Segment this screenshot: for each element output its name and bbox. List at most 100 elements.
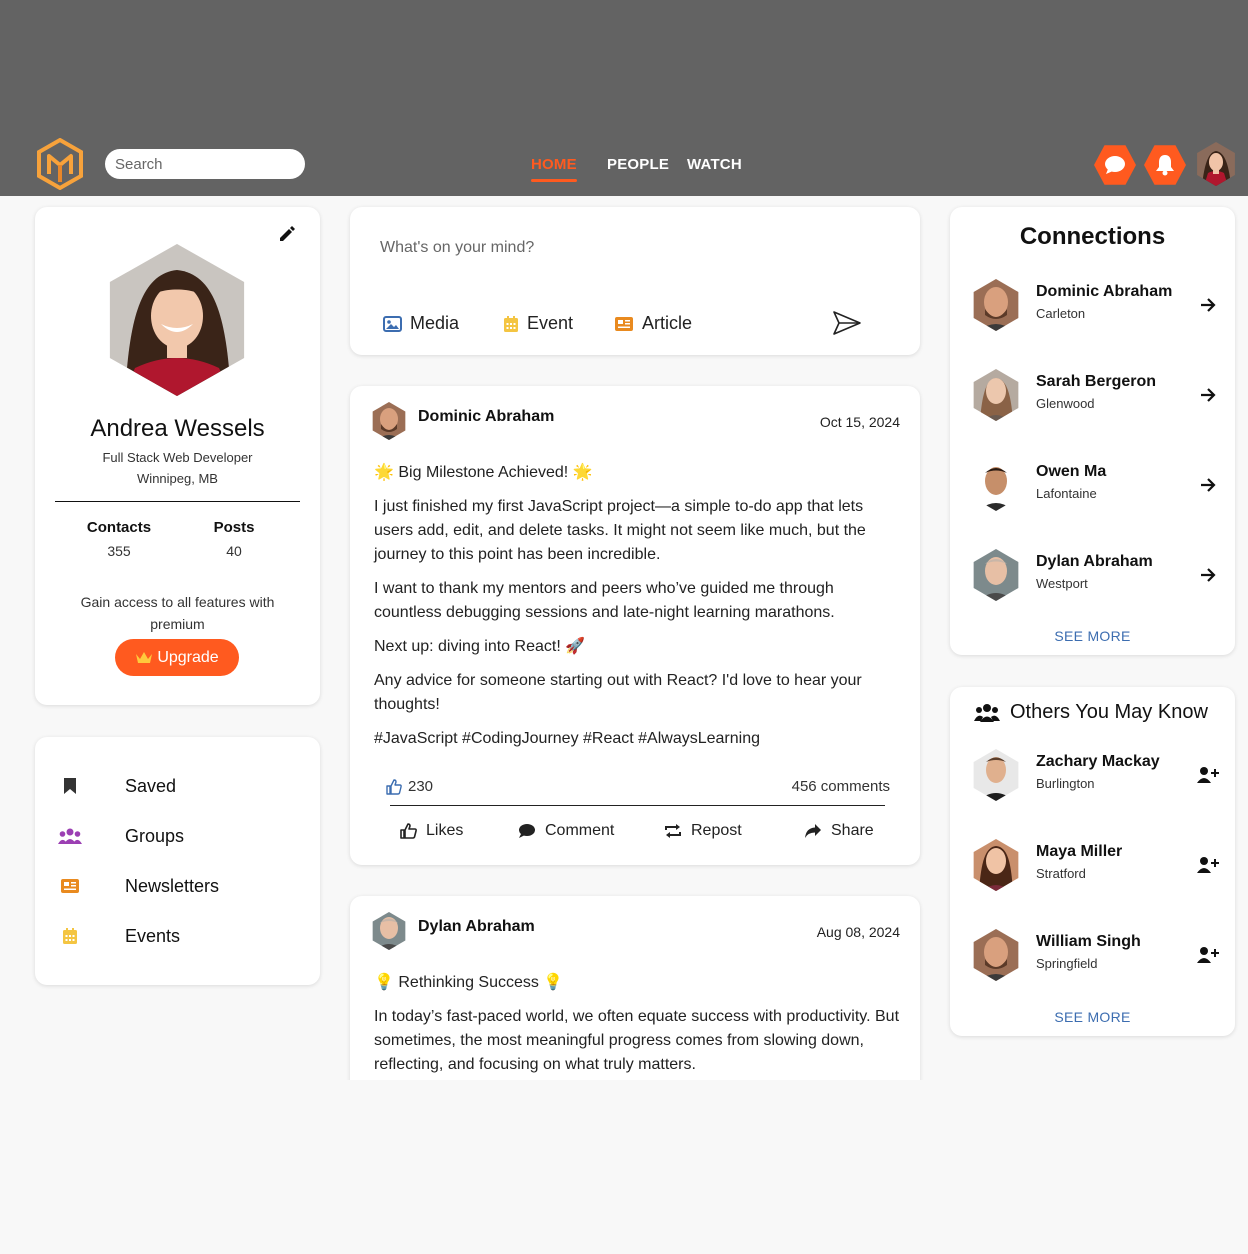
post-paragraph: In today’s fast-paced world, we often eq… xyxy=(374,1008,900,1073)
arrow-right-icon[interactable] xyxy=(1196,293,1220,317)
share-button[interactable]: Share xyxy=(804,822,874,840)
post-content: 🌟 Big Milestone Achieved! 🌟 I just finis… xyxy=(374,461,900,761)
post-paragraph: I want to thank my mentors and peers who… xyxy=(374,580,835,621)
premium-text: Gain access to all features with premium xyxy=(80,594,275,632)
suggestions-header: Others You May Know xyxy=(974,701,1208,724)
connection-item[interactable]: Sarah Bergeron Glenwood xyxy=(970,365,1220,425)
post-author-avatar[interactable] xyxy=(370,402,408,440)
post-card: Dominic Abraham Oct 15, 2024 🌟 Big Miles… xyxy=(350,386,920,865)
stat-contacts-label: Contacts xyxy=(86,519,152,536)
messages-button[interactable] xyxy=(1094,145,1136,185)
composer-article-label: Article xyxy=(642,313,693,333)
groups-icon xyxy=(58,828,82,844)
suggestion-name: Zachary Mackay xyxy=(1036,753,1160,770)
connections-card: Connections Dominic Abraham Carleton Sar… xyxy=(950,207,1235,655)
stat-contacts-value: 355 xyxy=(107,543,131,559)
post-author-avatar[interactable] xyxy=(370,912,408,950)
menu-label-saved: Saved xyxy=(125,775,177,796)
connection-avatar xyxy=(970,369,1022,421)
composer-media-button[interactable]: Media xyxy=(383,313,459,334)
connections-title: Connections xyxy=(1019,223,1166,250)
app-logo[interactable] xyxy=(36,138,84,190)
menu-item-groups[interactable]: Groups xyxy=(55,821,184,851)
stat-posts-value: 40 xyxy=(226,543,242,559)
connection-name: Dominic Abraham xyxy=(1036,283,1173,300)
connection-location: Westport xyxy=(1036,576,1088,591)
search-input[interactable] xyxy=(105,149,305,179)
suggestion-avatar xyxy=(970,929,1022,981)
connection-location: Carleton xyxy=(1036,306,1086,321)
menu-item-events[interactable]: Events xyxy=(55,921,180,951)
send-icon[interactable] xyxy=(832,310,862,336)
thumbs-up-icon xyxy=(386,778,402,795)
composer-event-label: Event xyxy=(527,313,574,333)
top-bar: HOME PEOPLE WATCH xyxy=(0,0,1248,196)
suggestion-location: Springfield xyxy=(1036,956,1098,971)
post-clip: Dylan Abraham Aug 08, 2024 💡 Rethinking … xyxy=(344,890,926,1080)
suggestion-item[interactable]: Zachary Mackay Burlington xyxy=(970,745,1220,805)
connection-item[interactable]: Dylan Abraham Westport xyxy=(970,545,1220,605)
arrow-right-icon[interactable] xyxy=(1196,473,1220,497)
post-headline: 🌟 Big Milestone Achieved! 🌟 xyxy=(374,464,593,481)
post-author-name[interactable]: Dylan Abraham xyxy=(418,918,535,936)
suggestion-item[interactable]: William Singh Springfield xyxy=(970,925,1220,985)
composer-input[interactable]: What's on your mind? xyxy=(380,239,534,257)
like-label: Likes xyxy=(426,822,464,839)
arrow-right-icon[interactable] xyxy=(1196,563,1220,587)
menu-item-newsletters[interactable]: Newsletters xyxy=(55,871,219,901)
post-comments-count[interactable]: 456 comments xyxy=(792,778,890,795)
suggestion-avatar xyxy=(970,749,1022,801)
add-user-icon[interactable] xyxy=(1196,853,1220,877)
user-avatar[interactable] xyxy=(1194,142,1238,186)
comment-label: Comment xyxy=(545,822,615,839)
like-button[interactable]: Likes xyxy=(400,822,463,840)
users-icon xyxy=(974,703,1000,722)
repost-label: Repost xyxy=(691,822,742,839)
post-headline: 💡 Rethinking Success 💡 xyxy=(374,974,564,991)
nav-home[interactable]: HOME xyxy=(531,156,577,182)
profile-divider xyxy=(55,501,300,502)
share-icon xyxy=(805,824,821,838)
suggestions-see-more[interactable]: SEE MORE xyxy=(950,1009,1235,1025)
thumbs-up-icon xyxy=(400,823,417,839)
upgrade-label: Upgrade xyxy=(157,648,219,666)
connection-avatar xyxy=(970,459,1022,511)
upgrade-button[interactable]: Upgrade xyxy=(115,639,239,676)
crown-icon xyxy=(136,651,153,663)
suggestion-location: Burlington xyxy=(1036,776,1095,791)
post-card: Dylan Abraham Aug 08, 2024 💡 Rethinking … xyxy=(350,896,920,1080)
suggestion-name: William Singh xyxy=(1036,933,1141,950)
profile-avatar xyxy=(99,244,255,396)
post-hashtags[interactable]: #JavaScript #CodingJourney #React #Alway… xyxy=(374,727,900,751)
profile-title: Full Stack Web Developer xyxy=(102,450,253,465)
newspaper-icon xyxy=(61,879,79,893)
notifications-button[interactable] xyxy=(1144,145,1186,185)
post-likes-count[interactable]: 230 xyxy=(386,778,433,795)
post-author-name[interactable]: Dominic Abraham xyxy=(418,408,554,426)
add-user-icon[interactable] xyxy=(1196,763,1220,787)
shortcuts-card: Saved Groups Newsletters Events xyxy=(35,737,320,985)
add-user-icon[interactable] xyxy=(1196,943,1220,967)
arrow-right-icon[interactable] xyxy=(1196,383,1220,407)
connection-avatar xyxy=(970,549,1022,601)
connection-location: Glenwood xyxy=(1036,396,1095,411)
post-date: Oct 15, 2024 xyxy=(819,414,900,430)
likes-value: 230 xyxy=(408,778,434,795)
connection-item[interactable]: Owen Ma Lafontaine xyxy=(970,455,1220,515)
connection-item[interactable]: Dominic Abraham Carleton xyxy=(970,275,1220,335)
edit-icon[interactable] xyxy=(278,225,296,243)
composer-article-button[interactable]: Article xyxy=(614,313,692,334)
nav-watch[interactable]: WATCH xyxy=(687,156,742,173)
post-paragraph: Any advice for someone starting out with… xyxy=(374,672,862,713)
composer-media-label: Media xyxy=(410,313,460,333)
repost-button[interactable]: Repost xyxy=(664,822,742,840)
suggestion-name: Maya Miller xyxy=(1036,843,1123,860)
connections-see-more[interactable]: SEE MORE xyxy=(950,628,1235,644)
profile-location: Winnipeg, MB xyxy=(137,471,218,486)
comment-button[interactable]: Comment xyxy=(518,822,614,840)
suggestion-item[interactable]: Maya Miller Stratford xyxy=(970,835,1220,895)
composer-event-button[interactable]: Event xyxy=(503,313,573,334)
connection-name: Dylan Abraham xyxy=(1036,553,1153,570)
nav-people[interactable]: PEOPLE xyxy=(607,156,669,173)
menu-item-saved[interactable]: Saved xyxy=(55,771,176,801)
